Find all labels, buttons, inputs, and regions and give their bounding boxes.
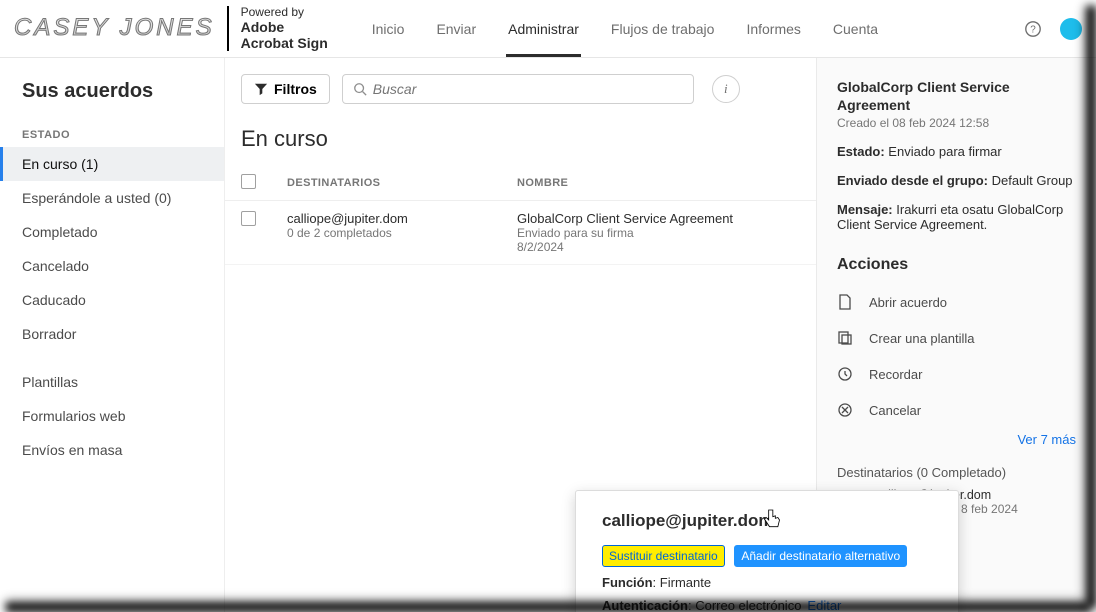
sidebar-item-templates[interactable]: Plantillas — [0, 365, 224, 399]
detail-title: GlobalCorp Client Service Agreement — [837, 78, 1076, 114]
recipient-popover: calliope@jupiter.dom Sustituir destinata… — [575, 490, 959, 612]
table-head: DESTINATARIOS NOMBRE — [225, 166, 816, 201]
role-label: Función — [602, 575, 653, 590]
search-input[interactable] — [373, 81, 683, 97]
sidebar-item-webforms[interactable]: Formularios web — [0, 399, 224, 433]
row-date: 8/2/2024 — [517, 240, 800, 254]
sidebar-item-expired[interactable]: Caducado — [0, 283, 224, 317]
action-open-label: Abrir acuerdo — [869, 295, 947, 310]
sidebar: Sus acuerdos ESTADO En curso (1) Esperán… — [0, 58, 225, 612]
product-name-2: Acrobat Sign — [241, 35, 328, 51]
replace-recipient-button[interactable]: Sustituir destinatario — [602, 545, 725, 567]
action-remind-label: Recordar — [869, 367, 922, 382]
nav-reports[interactable]: Informes — [744, 1, 802, 57]
column-recipients: DESTINATARIOS — [287, 177, 517, 189]
brand-logo: CASEY JONES — [14, 14, 215, 42]
row-name: GlobalCorp Client Service Agreement — [517, 211, 800, 226]
more-actions-link[interactable]: Ver 7 más — [837, 432, 1076, 447]
cancel-icon — [837, 402, 853, 418]
help-icon[interactable]: ? — [1024, 20, 1042, 38]
topbar: CASEY JONES Powered by Adobe Acrobat Sig… — [0, 0, 1096, 58]
action-cancel[interactable]: Cancelar — [837, 392, 1076, 428]
nav-account[interactable]: Cuenta — [831, 1, 880, 57]
search-icon — [353, 82, 367, 96]
action-template[interactable]: Crear una plantilla — [837, 320, 1076, 356]
document-icon — [837, 294, 853, 310]
group-val: Default Group — [992, 173, 1073, 188]
sidebar-item-in-progress[interactable]: En curso (1) — [0, 147, 224, 181]
center-pane: Filtros i En curso DESTINATARIOS NOMBRE … — [225, 58, 816, 612]
nav-home[interactable]: Inicio — [370, 1, 407, 57]
estado-key: Estado: — [837, 144, 885, 159]
sidebar-item-draft[interactable]: Borrador — [0, 317, 224, 351]
powered-by: Powered by Adobe Acrobat Sign — [227, 6, 328, 52]
row-checkbox[interactable] — [241, 211, 256, 226]
action-remind[interactable]: Recordar — [837, 356, 1076, 392]
row-progress: 0 de 2 completados — [287, 226, 517, 240]
estado-label: ESTADO — [0, 119, 224, 147]
search-input-wrap[interactable] — [342, 74, 694, 104]
filters-label: Filtros — [274, 81, 317, 97]
main-nav: Inicio Enviar Administrar Flujos de trab… — [370, 1, 880, 57]
popover-email: calliope@jupiter.dom — [602, 511, 932, 531]
recipients-title: Destinatarios (0 Completado) — [837, 465, 1076, 480]
clock-icon — [837, 366, 853, 382]
select-all-checkbox[interactable] — [241, 174, 256, 189]
action-open[interactable]: Abrir acuerdo — [837, 284, 1076, 320]
sidebar-item-waiting[interactable]: Esperándole a usted (0) — [0, 181, 224, 215]
svg-text:?: ? — [1030, 24, 1036, 35]
sidebar-item-cancelled[interactable]: Cancelado — [0, 249, 224, 283]
sidebar-item-bulk[interactable]: Envíos en masa — [0, 433, 224, 467]
group-key: Enviado desde el grupo: — [837, 173, 988, 188]
nav-workflows[interactable]: Flujos de trabajo — [609, 1, 717, 57]
column-name: NOMBRE — [517, 177, 800, 189]
toolbar: Filtros i — [225, 74, 816, 122]
action-template-label: Crear una plantilla — [869, 331, 975, 346]
sidebar-title: Sus acuerdos — [0, 80, 224, 119]
user-avatar[interactable] — [1060, 18, 1082, 40]
detail-created: Creado el 08 feb 2024 12:58 — [837, 116, 1076, 130]
topbar-right: ? — [1024, 18, 1082, 40]
actions-title: Acciones — [837, 256, 1076, 274]
row-recipient: calliope@jupiter.dom — [287, 211, 517, 226]
section-title: En curso — [225, 122, 816, 166]
product-name-1: Adobe — [241, 19, 328, 35]
sidebar-item-completed[interactable]: Completado — [0, 215, 224, 249]
template-icon — [837, 330, 853, 346]
message-key: Mensaje: — [837, 202, 893, 217]
filters-button[interactable]: Filtros — [241, 74, 330, 104]
nav-send[interactable]: Enviar — [434, 1, 478, 57]
agreement-row[interactable]: calliope@jupiter.dom 0 de 2 completados … — [225, 201, 816, 265]
info-button[interactable]: i — [712, 75, 740, 103]
role-value: Firmante — [660, 575, 711, 590]
row-status: Enviado para su firma — [517, 226, 800, 240]
logo-area: CASEY JONES Powered by Adobe Acrobat Sig… — [14, 6, 328, 52]
add-alternate-button[interactable]: Añadir destinatario alternativo — [734, 545, 907, 567]
filter-icon — [254, 82, 268, 96]
action-cancel-label: Cancelar — [869, 403, 921, 418]
estado-val: Enviado para firmar — [888, 144, 1001, 159]
nav-manage[interactable]: Administrar — [506, 1, 581, 57]
powered-label: Powered by — [241, 5, 304, 19]
